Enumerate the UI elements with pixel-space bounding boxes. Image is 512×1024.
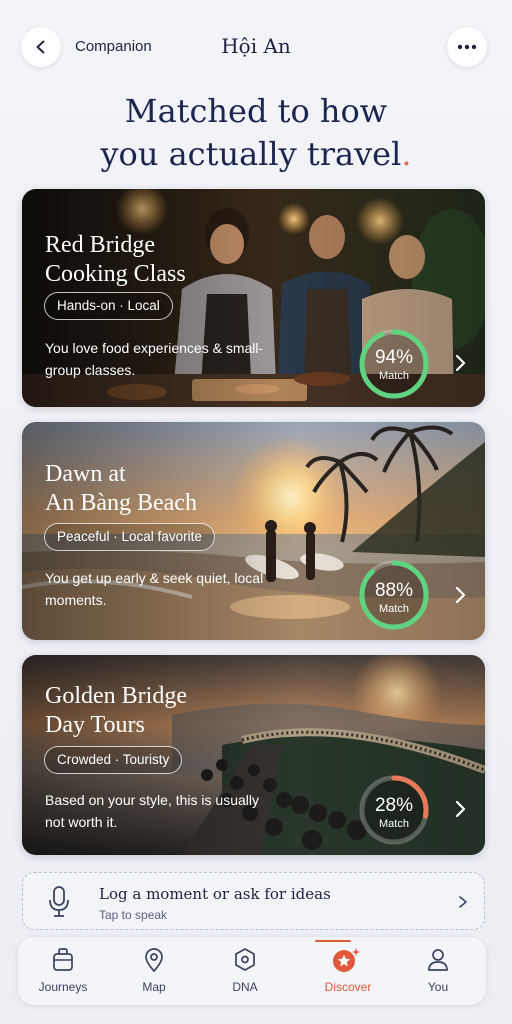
card-description: You love food experiences & small-group … — [45, 340, 264, 378]
tag-chip: Peaceful · Local favorite — [44, 523, 215, 551]
more-options-button[interactable] — [447, 27, 487, 67]
match-percent: 88% — [374, 580, 414, 601]
tab-journeys[interactable]: Journeys — [18, 937, 108, 1005]
map-pin-icon — [145, 948, 163, 973]
card-title-line-1: Dawn at — [45, 461, 126, 487]
tab-label: Map — [142, 980, 166, 994]
tab-you[interactable]: You — [393, 937, 483, 1005]
log-moment-button[interactable]: Log a moment or ask for ideas Tap to spe… — [22, 872, 485, 930]
chevron-right-icon[interactable] — [450, 585, 470, 605]
tab-label: Discover — [324, 980, 372, 994]
match-label: Match — [379, 603, 409, 615]
card-title-line-1: Red Bridge — [45, 232, 155, 258]
tab-label: Journeys — [38, 980, 88, 994]
tag-chip: Crowded · Touristy — [44, 746, 183, 774]
chevron-right-icon — [459, 896, 467, 908]
match-label: Match — [379, 370, 409, 382]
card-title: Golden Bridge Day Tours — [45, 682, 345, 740]
hexagon-icon — [235, 948, 255, 971]
match-score: 28% Match — [358, 795, 430, 831]
discover-star-icon — [333, 948, 360, 972]
tab-label: DNA — [232, 980, 258, 994]
top-bar: Companion Hội An — [0, 0, 512, 96]
match-score: 94% Match — [358, 347, 430, 383]
card-title-line-1: Golden Bridge — [45, 683, 187, 709]
chevron-right-icon[interactable] — [450, 799, 470, 819]
card-description: Based on your style, this is usually not… — [45, 792, 259, 830]
card-title-line-2: Day Tours — [45, 712, 145, 738]
log-moment-title: Log a moment or ask for ideas — [99, 885, 331, 903]
tag-chip: Hands-on · Local — [44, 292, 173, 320]
chevron-right-icon[interactable] — [450, 353, 470, 373]
match-percent: 28% — [374, 795, 414, 816]
headline-line-2-text: you actually travel — [100, 135, 402, 173]
experience-card-cooking-class[interactable]: Red Bridge Cooking Class Hands-on · Loca… — [22, 189, 485, 407]
person-icon — [428, 949, 448, 971]
tab-label: You — [427, 980, 449, 994]
experience-card-beach[interactable]: Dawn at An Bàng Beach Peaceful · Local f… — [22, 422, 485, 640]
experience-card-golden-bridge[interactable]: Golden Bridge Day Tours Crowded · Touris… — [22, 655, 485, 855]
headline-accent-dot: . — [401, 135, 412, 173]
card-title-line-2: Cooking Class — [45, 261, 186, 287]
tab-map[interactable]: Map — [109, 937, 199, 1005]
active-tab-indicator — [315, 940, 351, 942]
headline-line-1: Matched to how — [124, 92, 388, 130]
page-title: Hội An — [221, 34, 291, 58]
log-moment-subtitle: Tap to speak — [99, 908, 168, 922]
microphone-icon — [49, 886, 69, 917]
card-title: Dawn at An Bàng Beach — [45, 460, 345, 518]
card-title-line-2: An Bàng Beach — [45, 490, 197, 516]
tab-discover[interactable]: Discover — [301, 937, 391, 1005]
headline-line-2: you actually travel. — [0, 133, 512, 176]
headline: Matched to how you actually travel. — [0, 90, 512, 176]
bottom-tab-bar: Journeys Map DNA Discover You — [18, 937, 486, 1005]
bag-icon — [53, 948, 73, 971]
tab-dna[interactable]: DNA — [200, 937, 290, 1005]
match-percent: 94% — [374, 347, 414, 368]
card-description: You get up early & seek quiet, local mom… — [45, 570, 264, 608]
more-horizontal-icon — [457, 44, 477, 50]
match-score: 88% Match — [358, 580, 430, 616]
match-label: Match — [379, 818, 409, 830]
card-title: Red Bridge Cooking Class — [45, 231, 345, 289]
